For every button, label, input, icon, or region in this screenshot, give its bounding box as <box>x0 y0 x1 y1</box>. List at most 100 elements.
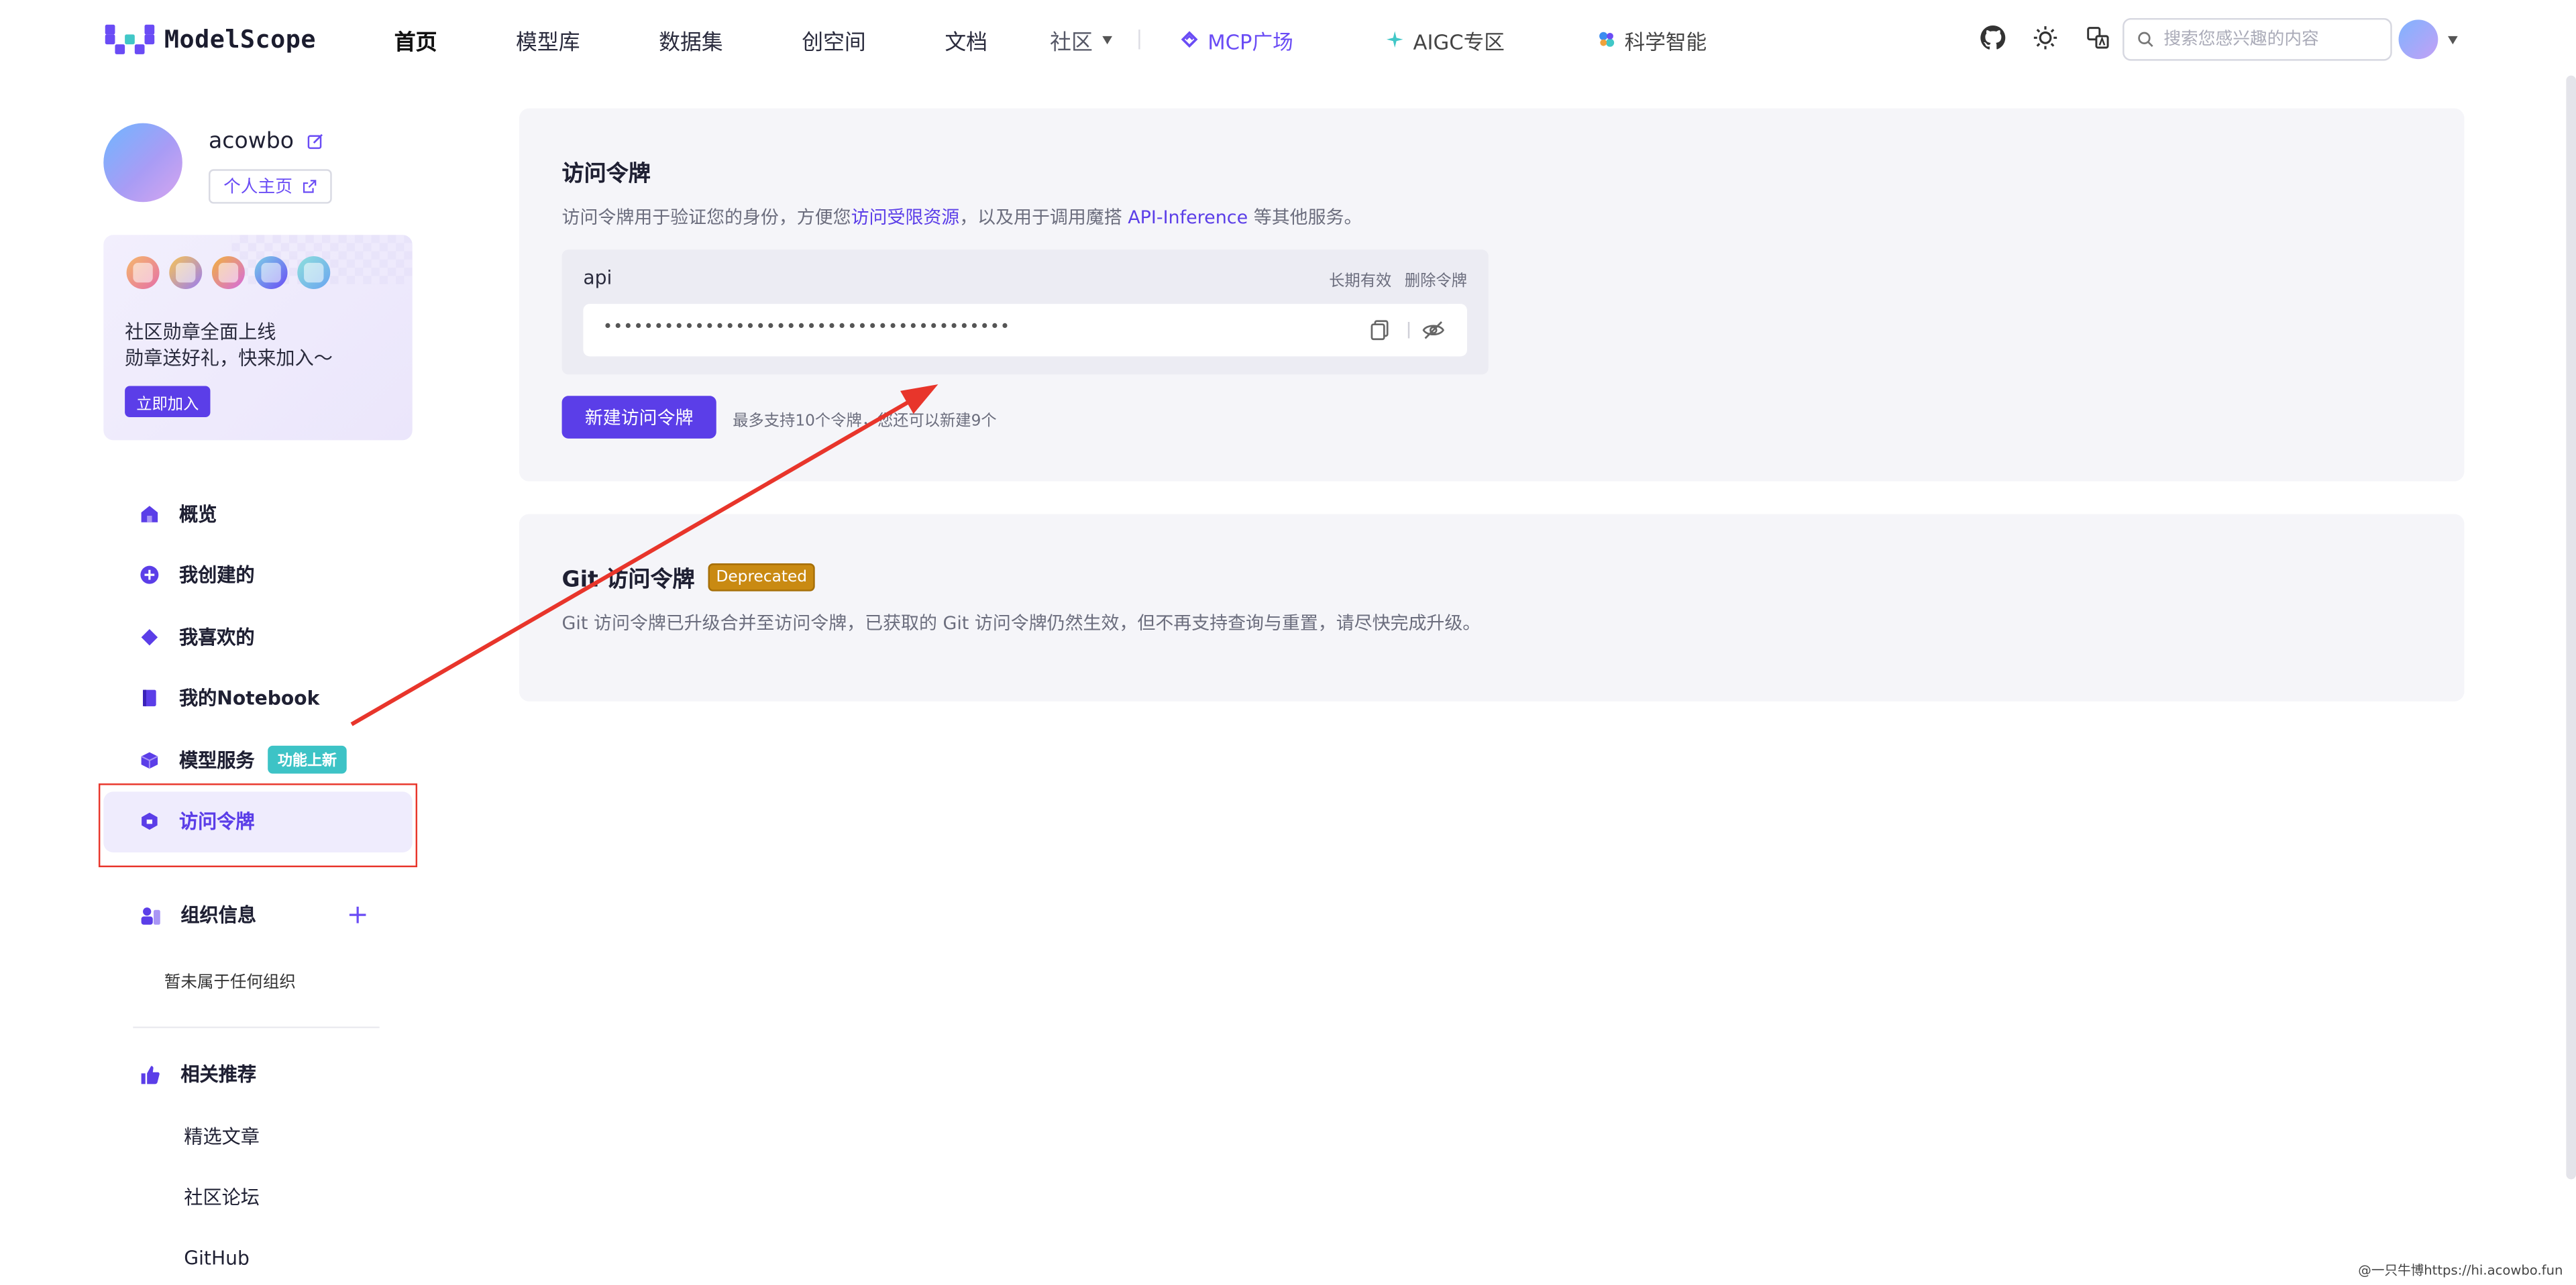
nav-aigc[interactable]: AIGC专区 <box>1385 24 1505 56</box>
scrollbar[interactable] <box>2566 75 2576 1180</box>
nav-aigc-label: AIGC专区 <box>1413 28 1505 54</box>
desc-text: 等其他服务。 <box>1248 207 1362 229</box>
organization-icon <box>141 906 160 924</box>
language-icon[interactable] <box>2083 23 2112 52</box>
sidebar-item-notebook[interactable]: 我的Notebook <box>103 668 412 730</box>
search-box[interactable] <box>2123 17 2392 61</box>
delete-token-button[interactable]: 删除令牌 <box>1405 268 1467 291</box>
user-avatar-menu[interactable] <box>2398 19 2438 60</box>
watermark-text: @一只牛博https://hi.acowbo.fun <box>2358 1263 2563 1278</box>
nav-divider <box>1138 30 1140 50</box>
deprecated-badge: Deprecated <box>708 562 816 591</box>
logo-text: ModelScope <box>164 24 316 54</box>
nav-mcp[interactable]: MCP广场 <box>1180 24 1293 56</box>
chevron-down-icon[interactable] <box>2448 36 2458 45</box>
join-now-button[interactable]: 立即加入 <box>125 386 211 418</box>
create-icon <box>140 566 159 585</box>
badge-promo-line2: 勋章送好礼，快来加入～ <box>125 346 333 370</box>
token-name: api <box>583 266 612 290</box>
divider <box>1407 322 1410 339</box>
rec-item-forum[interactable]: 社区论坛 <box>184 1184 260 1211</box>
external-link-icon <box>303 180 317 193</box>
sidebar-item-model-service[interactable]: 模型服务 功能上新 <box>103 729 412 791</box>
add-org-button[interactable]: + <box>347 899 369 930</box>
like-icon <box>141 628 158 645</box>
sidebar-item-label: 我喜欢的 <box>178 625 255 649</box>
org-section-header: 组织信息 + <box>140 899 370 930</box>
medal-icon <box>297 256 331 290</box>
rec-item-articles[interactable]: 精选文章 <box>184 1123 260 1150</box>
thumbs-up-icon <box>141 1065 160 1084</box>
main-nav: 首页 模型库 数据集 创空间 文档 社区 MCP广场 AIGC专区 科学智能 <box>394 0 1799 79</box>
github-icon[interactable] <box>1978 23 2008 52</box>
sidebar-item-created[interactable]: 我创建的 <box>103 545 412 606</box>
edit-icon[interactable] <box>307 133 323 150</box>
page-title: 访问令牌 <box>561 161 651 188</box>
nav-home[interactable]: 首页 <box>394 24 437 55</box>
medal-icon <box>169 256 203 290</box>
eye-hidden-icon[interactable] <box>1421 319 1446 341</box>
access-token-description: 访问令牌用于验证您的身份，方便您访问受限资源，以及用于调用魔搭 API-Infe… <box>562 204 1362 230</box>
avatar[interactable] <box>103 123 182 203</box>
modelscope-logo[interactable]: ModelScope <box>105 23 316 56</box>
token-value-field: •••••••••••••••••••••••••••••••••••••••• <box>583 304 1467 357</box>
annotation-highlight-box <box>98 783 418 868</box>
homepage-label: 个人主页 <box>223 177 292 197</box>
nav-studios[interactable]: 创空间 <box>802 24 866 55</box>
git-token-card: Git 访问令牌 Deprecated Git 访问令牌已升级合并至访问令牌，已… <box>519 514 2465 702</box>
mcp-icon <box>1181 31 1198 48</box>
home-icon <box>141 505 158 522</box>
sparkle-icon <box>1387 31 1403 48</box>
git-token-description: Git 访问令牌已升级合并至访问令牌，已获取的 Git 访问令牌仍然生效，但不再… <box>561 612 1481 634</box>
sidebar-item-label: 我创建的 <box>178 563 255 587</box>
badge-promo-line1: 社区勋章全面上线 <box>125 320 276 343</box>
token-validity: 长期有效 <box>1329 272 1392 291</box>
recommend-section-header: 相关推荐 <box>140 1061 256 1087</box>
badge-promo-card: 社区勋章全面上线 勋章送好礼，快来加入～ 立即加入 <box>103 235 413 441</box>
notebook-icon <box>143 690 156 707</box>
access-token-card: 访问令牌 访问令牌用于验证您的身份，方便您访问受限资源，以及用于调用魔搭 API… <box>519 108 2465 482</box>
git-token-header: Git 访问令牌 Deprecated <box>562 560 816 593</box>
medal-icon <box>211 256 245 290</box>
nav-datasets[interactable]: 数据集 <box>659 24 723 55</box>
sidebar-item-overview[interactable]: 概览 <box>103 483 412 545</box>
token-limit-note: 最多支持10个令牌，您还可以新建9个 <box>733 412 997 431</box>
nav-science-label: 科学智能 <box>1624 28 1707 54</box>
restricted-resources-link[interactable]: 访问受限资源 <box>851 207 960 229</box>
medal-list <box>126 256 331 290</box>
search-input[interactable] <box>2163 30 2377 50</box>
theme-icon[interactable] <box>2031 23 2060 52</box>
nav-community-label: 社区 <box>1050 30 1093 56</box>
token-item: api 长期有效 删除令牌 ••••••••••••••••••••••••••… <box>561 249 1489 375</box>
username-row: acowbo <box>209 128 323 154</box>
new-access-token-button[interactable]: 新建访问令牌 <box>561 396 716 439</box>
nav-models[interactable]: 模型库 <box>516 24 580 55</box>
medal-icon <box>126 256 160 290</box>
sidebar-item-label: 模型服务 <box>178 748 255 772</box>
desc-text: ，以及用于调用魔搭 <box>959 207 1128 229</box>
org-title: 组织信息 <box>180 903 257 927</box>
cube-icon <box>141 752 158 769</box>
search-icon <box>2138 32 2153 48</box>
token-meta: 长期有效 删除令牌 <box>1329 268 1467 291</box>
recommend-title: 相关推荐 <box>180 1062 257 1086</box>
medal-icon <box>254 256 288 290</box>
org-empty-text: 暂未属于任何组织 <box>164 974 296 993</box>
sidebar-divider <box>133 1026 380 1029</box>
new-feature-badge: 功能上新 <box>268 746 347 775</box>
nav-community-dropdown[interactable]: 社区 <box>1050 24 1113 56</box>
nav-mcp-label: MCP广场 <box>1208 28 1293 54</box>
git-token-title: Git 访问令牌 <box>561 566 695 594</box>
api-inference-link[interactable]: API-Inference <box>1128 207 1248 229</box>
chevron-down-icon <box>1102 35 1113 44</box>
nav-docs[interactable]: 文档 <box>945 24 987 55</box>
sidebar-item-liked[interactable]: 我喜欢的 <box>103 606 412 668</box>
sidebar-item-label: 我的Notebook <box>178 687 320 710</box>
sidebar-item-label: 概览 <box>178 502 217 526</box>
token-masked-value: •••••••••••••••••••••••••••••••••••••••• <box>602 319 1010 337</box>
rec-item-github[interactable]: GitHub <box>184 1247 250 1270</box>
nav-science[interactable]: 科学智能 <box>1597 24 1707 56</box>
homepage-button[interactable]: 个人主页 <box>209 169 332 204</box>
copy-icon[interactable] <box>1368 319 1391 341</box>
science-icon <box>1599 32 1614 47</box>
